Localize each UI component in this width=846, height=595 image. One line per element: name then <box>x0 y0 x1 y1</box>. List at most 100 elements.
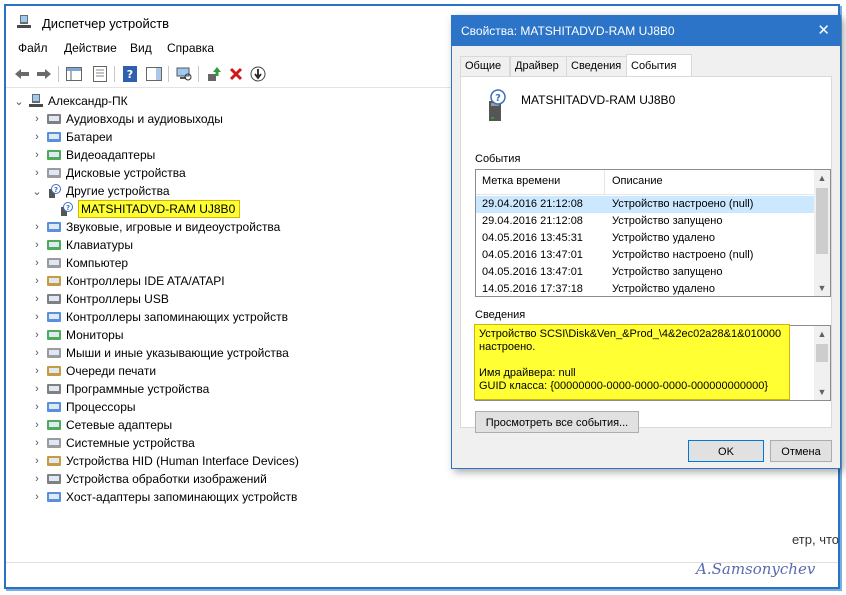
expand-arrow-icon[interactable]: › <box>30 293 44 305</box>
tree-item[interactable]: › Хост-адаптеры запоминающих устройств <box>30 488 297 506</box>
column-header-description[interactable]: Описание <box>612 175 663 187</box>
scroll-up-icon[interactable]: ▲ <box>814 170 830 186</box>
details-scrollbar[interactable]: ▲ ▼ <box>814 326 830 400</box>
scroll-down-icon[interactable]: ▼ <box>814 384 830 400</box>
sound-icon <box>47 222 61 232</box>
events-list[interactable]: Метка времени Описание 29.04.2016 21:12:… <box>475 169 831 297</box>
menu-action[interactable]: Действие <box>64 41 117 55</box>
expand-arrow-icon[interactable]: › <box>30 311 44 323</box>
disable-device-icon[interactable] <box>248 64 268 84</box>
event-row[interactable]: 29.04.2016 21:12:08 Устройство настроено … <box>476 196 814 213</box>
tree-item[interactable]: › Системные устройства <box>30 434 195 452</box>
svg-text:?: ? <box>127 68 133 81</box>
expand-arrow-icon[interactable]: › <box>30 275 44 287</box>
uninstall-device-icon[interactable] <box>226 64 246 84</box>
expand-arrow-icon[interactable]: › <box>30 419 44 431</box>
tree-root[interactable]: ⌄ Александр-ПК <box>12 92 128 110</box>
ok-button[interactable]: OK <box>688 440 764 462</box>
scan-hardware-icon[interactable] <box>174 64 194 84</box>
properties-icon[interactable] <box>90 64 110 84</box>
printer-icon <box>47 366 61 376</box>
tree-item[interactable]: › Клавиатуры <box>30 236 133 254</box>
update-driver-icon[interactable] <box>204 64 224 84</box>
expand-arrow-icon[interactable]: › <box>30 455 44 467</box>
expand-arrow-icon[interactable]: › <box>30 347 44 359</box>
tree-item-selected-device[interactable]: ? MATSHITADVD-RAM UJ8B0 <box>52 200 241 218</box>
expand-arrow-icon[interactable]: › <box>30 221 44 233</box>
event-row[interactable]: 04.05.2016 13:45:31 Устройство удалено <box>476 230 814 247</box>
menu-view[interactable]: Вид <box>130 41 152 55</box>
unknown-device-icon: ? <box>61 202 73 216</box>
scroll-thumb[interactable] <box>816 344 828 362</box>
tree-item[interactable]: › Программные устройства <box>30 380 209 398</box>
tree-item[interactable]: › Звуковые, игровые и видеоустройства <box>30 218 280 236</box>
tab-general[interactable]: Общие <box>460 56 510 76</box>
tree-item[interactable]: › Контроллеры запоминающих устройств <box>30 308 288 326</box>
tree-item[interactable]: › Процессоры <box>30 398 135 416</box>
cpu-icon <box>47 402 61 412</box>
event-timestamp: 04.05.2016 13:47:01 <box>482 249 583 261</box>
collapse-arrow-icon[interactable]: ⌄ <box>12 95 26 108</box>
scroll-down-icon[interactable]: ▼ <box>814 280 830 296</box>
expand-arrow-icon[interactable]: › <box>30 473 44 485</box>
tree-item[interactable]: ⌄? Другие устройства <box>30 182 170 200</box>
menu-help[interactable]: Справка <box>167 41 214 55</box>
tree-item[interactable]: › Аудиовходы и аудиовыходы <box>30 110 223 128</box>
expand-arrow-icon[interactable]: › <box>30 365 44 377</box>
events-scrollbar[interactable]: ▲ ▼ <box>814 170 830 296</box>
help-icon[interactable]: ? <box>120 64 140 84</box>
properties-dialog: Свойства: MATSHITADVD-RAM UJ8B0 ✕ Общие … <box>451 15 841 469</box>
view-all-events-button[interactable]: Просмотреть все события... <box>475 411 639 433</box>
battery-icon <box>47 132 61 142</box>
tree-item[interactable]: › Очереди печати <box>30 362 156 380</box>
expand-arrow-icon[interactable]: › <box>30 401 44 413</box>
tree-item[interactable]: › Сетевые адаптеры <box>30 416 172 434</box>
scroll-thumb[interactable] <box>816 188 828 254</box>
expand-arrow-icon[interactable]: › <box>30 239 44 251</box>
menu-file[interactable]: Файл <box>18 41 48 55</box>
event-row[interactable]: 04.05.2016 13:47:01 Устройство настроено … <box>476 247 814 264</box>
dialog-close-button[interactable]: ✕ <box>817 21 830 39</box>
expand-arrow-icon[interactable]: › <box>30 329 44 341</box>
forward-icon[interactable] <box>34 64 54 84</box>
tree-item[interactable]: › Контроллеры USB <box>30 290 169 308</box>
event-timestamp: 04.05.2016 13:47:01 <box>482 266 583 278</box>
expand-arrow-icon[interactable]: › <box>30 257 44 269</box>
action-pane-icon[interactable] <box>144 64 164 84</box>
usb-icon <box>47 294 61 304</box>
toolbar-separator <box>114 66 115 82</box>
tree-item[interactable]: › Батареи <box>30 128 112 146</box>
event-row[interactable]: 29.04.2016 21:12:08 Устройство запущено <box>476 213 814 230</box>
event-row[interactable]: 04.05.2016 13:47:01 Устройство запущено <box>476 264 814 281</box>
event-description: Устройство настроено (null) <box>612 249 754 261</box>
expand-arrow-icon[interactable]: › <box>30 131 44 143</box>
show-hide-tree-icon[interactable] <box>64 64 84 84</box>
tab-details[interactable]: Сведения <box>566 56 632 76</box>
ide-controller-icon <box>47 276 61 286</box>
tree-item[interactable]: › Видеоадаптеры <box>30 146 155 164</box>
cancel-button[interactable]: Отмена <box>770 440 832 462</box>
expand-arrow-icon[interactable]: › <box>30 437 44 449</box>
collapse-arrow-icon[interactable]: ⌄ <box>30 185 44 198</box>
tree-item-label: Мыши и иные указывающие устройства <box>66 346 289 360</box>
tree-item[interactable]: › Мыши и иные указывающие устройства <box>30 344 289 362</box>
tab-driver[interactable]: Драйвер <box>510 56 572 76</box>
event-row[interactable]: 14.05.2016 17:37:18 Устройство удалено <box>476 281 814 296</box>
column-header-timestamp[interactable]: Метка времени <box>482 175 560 187</box>
back-icon[interactable] <box>12 64 32 84</box>
tree-item[interactable]: › Мониторы <box>30 326 123 344</box>
expand-arrow-icon[interactable]: › <box>30 383 44 395</box>
tab-events[interactable]: События <box>626 54 692 77</box>
expand-arrow-icon[interactable]: › <box>30 491 44 503</box>
tree-item[interactable]: › Устройства обработки изображений <box>30 470 267 488</box>
scroll-up-icon[interactable]: ▲ <box>814 326 830 342</box>
tree-item[interactable]: › Дисковые устройства <box>30 164 186 182</box>
expand-arrow-icon[interactable]: › <box>30 113 44 125</box>
expand-arrow-icon[interactable]: › <box>30 167 44 179</box>
details-text-box[interactable]: Устройство SCSI\Disk&Ven_&Prod_\4&2ec02a… <box>474 324 831 401</box>
expand-arrow-icon[interactable]: › <box>30 149 44 161</box>
tree-item-label: Контроллеры IDE ATA/ATAPI <box>66 274 225 288</box>
tree-item[interactable]: › Компьютер <box>30 254 128 272</box>
tree-item[interactable]: › Контроллеры IDE ATA/ATAPI <box>30 272 225 290</box>
tree-item[interactable]: › Устройства HID (Human Interface Devices… <box>30 452 299 470</box>
